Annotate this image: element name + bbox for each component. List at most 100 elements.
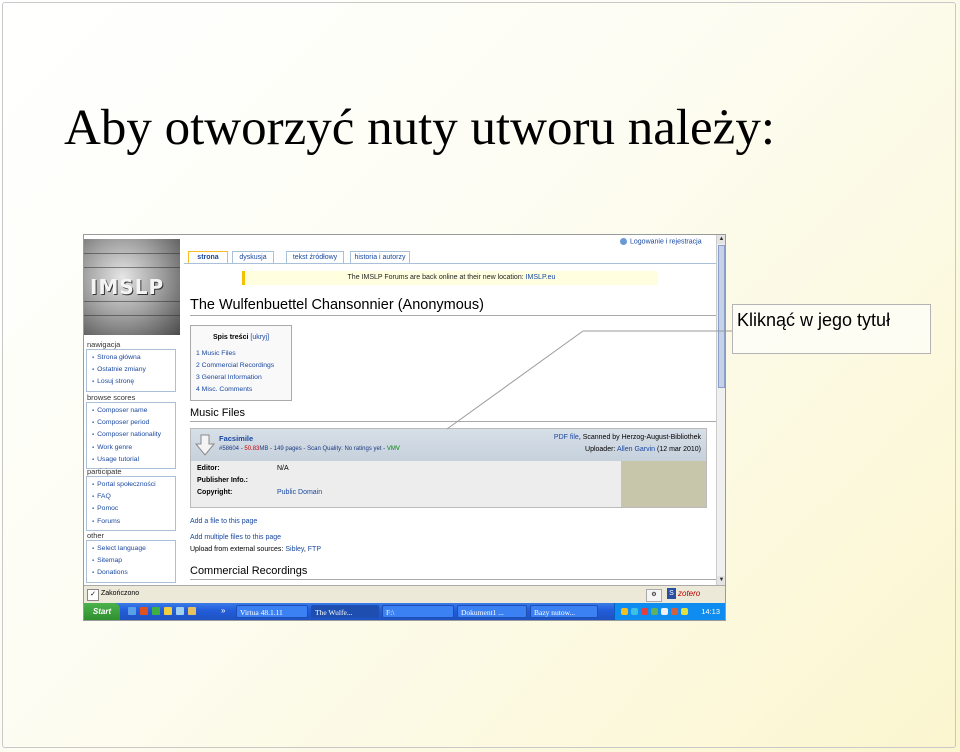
start-button[interactable]: Start (84, 603, 120, 620)
tray-icon-4[interactable] (651, 608, 658, 615)
sibley-link[interactable]: Sibley (285, 546, 304, 553)
site-logo[interactable]: IMSLP (84, 239, 180, 335)
site-notice: The IMSLP Forums are back online at thei… (242, 271, 658, 285)
toc-item-general-information[interactable]: 3 General Information (196, 374, 262, 381)
tab-view-source[interactable]: tekst źródłowy (286, 251, 344, 263)
sidebar-item-composer-nationality[interactable]: Composer nationality (92, 429, 175, 441)
file-id: #58604 (219, 446, 240, 452)
title-underline (190, 315, 716, 316)
sidebar-item-help[interactable]: Pomoc (92, 503, 175, 515)
sidebar-item-main-page[interactable]: Strona główna (92, 352, 175, 364)
quicklaunch-app-icon[interactable] (152, 607, 160, 615)
tray-icon-7[interactable] (681, 608, 688, 615)
sidebar-item-sitemap[interactable]: Sitemap (92, 555, 175, 567)
tab-page[interactable]: strona (188, 251, 228, 263)
toc-item-misc-comments[interactable]: 4 Misc. Comments (196, 386, 252, 393)
tray-clock: 14:13 (701, 607, 720, 616)
editor-label: Editor: (197, 465, 220, 472)
page-status-icon: ✓ (87, 589, 99, 601)
taskbar-item-document[interactable]: Dokument1 ... (457, 605, 527, 618)
sidebar-item-composer-name[interactable]: Composer name (92, 405, 175, 417)
sidebar-item-faq[interactable]: FAQ (92, 491, 175, 503)
toc-item-commercial-recordings[interactable]: 2 Commercial Recordings (196, 362, 274, 369)
sidebar-item-recent-changes[interactable]: Ostatnie zmiany (92, 364, 175, 376)
pdf-file-link[interactable]: PDF file (554, 434, 579, 441)
music-files-underline (190, 421, 716, 422)
sidebar-item-usage-tutorial[interactable]: Usage tutorial (92, 454, 175, 466)
upload-external-label: Upload from external sources: (190, 546, 284, 553)
slide-title: Aby otworzyć nuty utworu należy: (64, 100, 775, 156)
quicklaunch-ie-icon[interactable] (128, 607, 136, 615)
file-details-side (621, 461, 706, 507)
taskbar-item-databases[interactable]: Bazy nutow... (530, 605, 598, 618)
other-portlet: Select language Sitemap Donations (86, 540, 176, 583)
toc-item-music-files[interactable]: 1 Music Files (196, 350, 236, 357)
tray-icon-5[interactable] (661, 608, 668, 615)
sidebar-item-community-portal[interactable]: Portal społeczności (92, 479, 175, 491)
sidebar-item-forums[interactable]: Forums (92, 516, 175, 528)
quicklaunch-desktop-icon[interactable] (176, 607, 184, 615)
zotero-button[interactable]: zotero (678, 589, 700, 598)
nav-heading: nawigacja (87, 340, 121, 349)
tray-icon-3[interactable] (641, 608, 648, 615)
file-title-link[interactable]: Facsimile (219, 434, 253, 443)
scroll-down-icon[interactable]: ▼ (717, 576, 725, 585)
file-size-unit: MB (259, 446, 269, 452)
sidebar-item-select-language[interactable]: Select language (92, 543, 175, 555)
tab-history[interactable]: historia i autorzy (350, 251, 410, 263)
tray-icon-6[interactable] (671, 608, 678, 615)
taskbar-item-virtua[interactable]: Virtua 48.1.11 (236, 605, 308, 618)
quicklaunch-folder-icon[interactable] (164, 607, 172, 615)
status-tool-icon[interactable]: ⚙ (646, 589, 662, 602)
vertical-scrollbar[interactable]: ▲ ▼ (716, 235, 725, 585)
download-arrow-icon[interactable] (195, 434, 215, 456)
taskbar-item-browser[interactable]: The Wulfe... (311, 605, 379, 618)
file-meta: #58604 - 50.83MB - 149 pages - Scan Qual… (219, 446, 400, 452)
add-file-link[interactable]: Add a file to this page (190, 518, 257, 525)
file-details: Editor: N/A Publisher Info.: Copyright: … (191, 461, 621, 507)
nav-portlet: Strona główna Ostatnie zmiany Losuj stro… (86, 349, 176, 392)
vmv-link[interactable]: VMV (387, 446, 400, 452)
file-size: 50.83 (244, 446, 260, 452)
scroll-up-icon[interactable]: ▲ (717, 235, 725, 244)
taskbar-item-explorer[interactable]: F:\ (382, 605, 454, 618)
upload-date: (12 mar 2010) (657, 446, 701, 453)
tray-icon-2[interactable] (631, 608, 638, 615)
other-heading: other (87, 531, 105, 540)
copyright-value[interactable]: Public Domain (277, 489, 322, 496)
status-text: Zakończono (101, 590, 140, 597)
participate-portlet: Portal społeczności FAQ Pomoc Forums (86, 476, 176, 531)
toc-title: Spis treści [ukryj] (213, 334, 269, 341)
sidebar-item-donations[interactable]: Donations (92, 567, 175, 579)
file-entry: Facsimile #58604 - 50.83MB - 149 pages -… (190, 428, 707, 508)
sidebar-item-composer-period[interactable]: Composer period (92, 417, 175, 429)
quicklaunch-book-icon[interactable] (188, 607, 196, 615)
quicklaunch-firefox-icon[interactable] (140, 607, 148, 615)
commercial-underline (190, 579, 716, 580)
add-multiple-link[interactable]: Add multiple files to this page (190, 534, 281, 541)
sidebar-item-work-genre[interactable]: Work genre (92, 442, 175, 454)
taskbar-more-icon[interactable]: » (221, 606, 225, 615)
user-icon (620, 238, 627, 245)
login-link[interactable]: Logowanie i rejestracja (620, 238, 702, 245)
zotero-s-icon[interactable]: S (667, 588, 676, 599)
browse-heading: browse scores (87, 393, 136, 402)
participate-heading: participate (87, 467, 122, 476)
uploader-link[interactable]: Allen Garvin (617, 446, 655, 453)
music-files-heading: Music Files (190, 407, 246, 419)
tab-discussion[interactable]: dyskusja (232, 251, 274, 263)
scan-quality-label: Scan Quality: (307, 446, 343, 452)
toc-title-text: Spis treści (213, 334, 249, 341)
tray-icon-1[interactable] (621, 608, 628, 615)
commercial-recordings-heading: Commercial Recordings (190, 565, 308, 577)
table-of-contents: Spis treści [ukryj] 1 Music Files 2 Comm… (190, 325, 292, 401)
file-format-line: PDF file, Scanned by Herzog-August-Bibli… (554, 434, 701, 441)
sidebar-item-random-page[interactable]: Losuj stronę (92, 376, 175, 388)
site-notice-link[interactable]: IMSLP.eu (526, 274, 556, 281)
logo-text: IMSLP (90, 275, 165, 299)
ftp-link[interactable]: FTP (308, 546, 321, 553)
taskbar: Start » Virtua 48.1.11 The Wulfe... F:\ … (84, 603, 725, 620)
toc-hide-link[interactable]: [ukryj] (250, 334, 269, 341)
site-notice-text: The IMSLP Forums are back online at thei… (347, 274, 524, 281)
scrollbar-thumb[interactable] (718, 245, 725, 388)
